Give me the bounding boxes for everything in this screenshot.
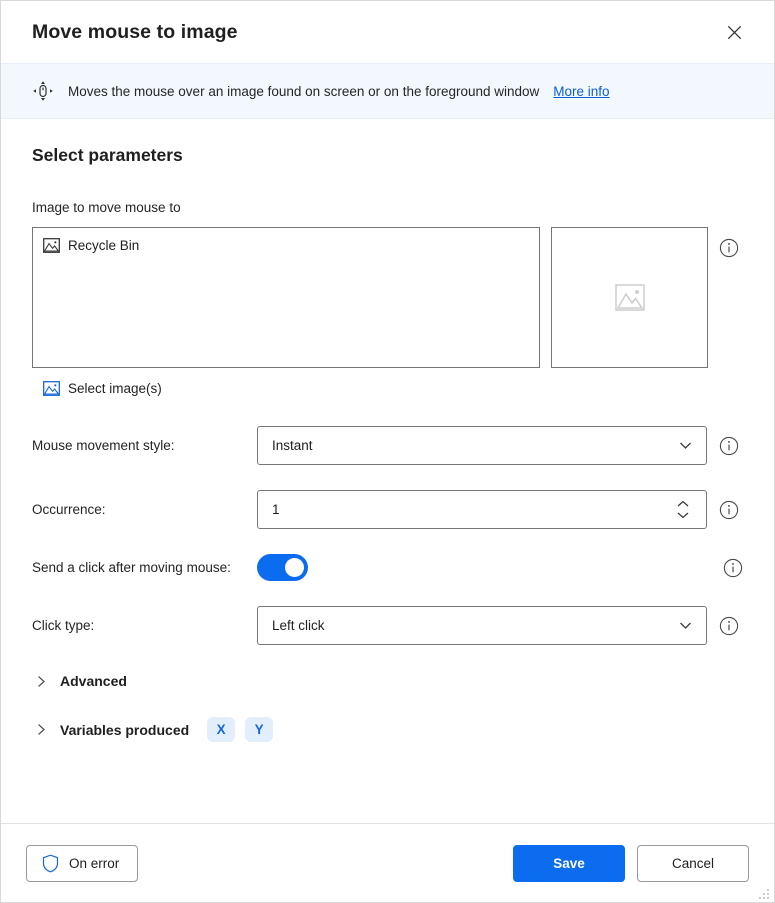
variable-chip-y[interactable]: Y bbox=[245, 717, 274, 742]
mouse-movement-style-dropdown[interactable]: Instant bbox=[257, 426, 707, 465]
click-type-info-icon[interactable] bbox=[719, 616, 739, 636]
image-picker-row: Recycle Bin bbox=[32, 227, 743, 368]
image-field-info-icon[interactable] bbox=[719, 238, 739, 258]
selected-images-list[interactable]: Recycle Bin bbox=[32, 227, 540, 368]
close-button[interactable] bbox=[712, 12, 756, 52]
move-mouse-icon bbox=[32, 80, 54, 102]
dialog-title: Move mouse to image bbox=[32, 20, 238, 43]
occurrence-input[interactable]: 1 bbox=[257, 490, 707, 529]
cancel-button[interactable]: Cancel bbox=[637, 844, 749, 882]
section-advanced-label: Advanced bbox=[60, 673, 127, 689]
dialog-body: Select parameters Image to move mouse to… bbox=[1, 119, 774, 823]
occurrence-stepper[interactable] bbox=[674, 500, 692, 519]
info-banner-text: Moves the mouse over an image found on s… bbox=[68, 83, 540, 99]
chevron-down-icon bbox=[677, 617, 694, 634]
select-images-label: Select image(s) bbox=[68, 381, 162, 396]
send-click-info-icon[interactable] bbox=[723, 558, 743, 578]
occurrence-value: 1 bbox=[272, 502, 280, 517]
click-type-value: Left click bbox=[272, 618, 325, 633]
click-type-dropdown[interactable]: Left click bbox=[257, 606, 707, 645]
chevron-down-icon[interactable] bbox=[676, 511, 690, 519]
on-error-button[interactable]: On error bbox=[26, 844, 139, 882]
field-row-send-click: Send a click after moving mouse: bbox=[32, 554, 743, 581]
select-images-button[interactable]: Select image(s) bbox=[43, 381, 162, 396]
on-error-label: On error bbox=[69, 855, 120, 871]
image-preview[interactable] bbox=[551, 227, 708, 368]
chevron-up-icon[interactable] bbox=[676, 500, 690, 508]
more-info-link[interactable]: More info bbox=[553, 84, 609, 99]
occurrence-label: Occurrence: bbox=[32, 502, 106, 517]
dialog-titlebar: Move mouse to image bbox=[1, 1, 774, 63]
section-variables-produced[interactable]: Variables produced X Y bbox=[32, 717, 743, 742]
list-item[interactable]: Recycle Bin bbox=[33, 236, 539, 255]
chevron-right-icon bbox=[35, 723, 48, 736]
field-row-click-type: Click type: Left click bbox=[32, 606, 743, 645]
picture-placeholder-icon bbox=[614, 284, 645, 311]
dialog-footer: On error Save Cancel bbox=[1, 823, 774, 902]
cancel-label: Cancel bbox=[671, 855, 715, 871]
info-banner: Moves the mouse over an image found on s… bbox=[1, 63, 774, 119]
mouse-movement-style-value: Instant bbox=[272, 438, 313, 453]
resize-grip-icon[interactable] bbox=[758, 887, 770, 899]
picture-icon-blue bbox=[43, 381, 60, 396]
chevron-right-icon bbox=[35, 675, 48, 688]
save-label: Save bbox=[553, 855, 585, 871]
mouse-movement-style-label: Mouse movement style: bbox=[32, 438, 175, 453]
close-icon bbox=[727, 25, 742, 40]
click-type-label: Click type: bbox=[32, 618, 95, 633]
section-advanced[interactable]: Advanced bbox=[32, 673, 743, 689]
variable-chips: X Y bbox=[207, 717, 274, 742]
picture-icon bbox=[43, 238, 60, 253]
chevron-down-icon bbox=[677, 437, 694, 454]
variable-chip-x[interactable]: X bbox=[207, 717, 236, 742]
move-mouse-to-image-dialog: Move mouse to image Moves the mouse over… bbox=[0, 0, 775, 903]
send-click-toggle[interactable] bbox=[257, 554, 308, 581]
field-row-occurrence: Occurrence: 1 bbox=[32, 490, 743, 529]
section-heading: Select parameters bbox=[32, 145, 183, 165]
field-row-mouse-movement-style: Mouse movement style: Instant bbox=[32, 426, 743, 465]
section-variables-produced-label: Variables produced bbox=[60, 721, 190, 738]
save-button[interactable]: Save bbox=[513, 844, 625, 882]
list-item-label: Recycle Bin bbox=[68, 238, 140, 253]
mouse-movement-style-info-icon[interactable] bbox=[719, 436, 739, 456]
image-field-label: Image to move mouse to bbox=[32, 200, 181, 215]
shield-icon bbox=[42, 854, 59, 873]
occurrence-info-icon[interactable] bbox=[719, 500, 739, 520]
send-click-label: Send a click after moving mouse: bbox=[32, 560, 231, 575]
toggle-knob bbox=[285, 558, 304, 577]
